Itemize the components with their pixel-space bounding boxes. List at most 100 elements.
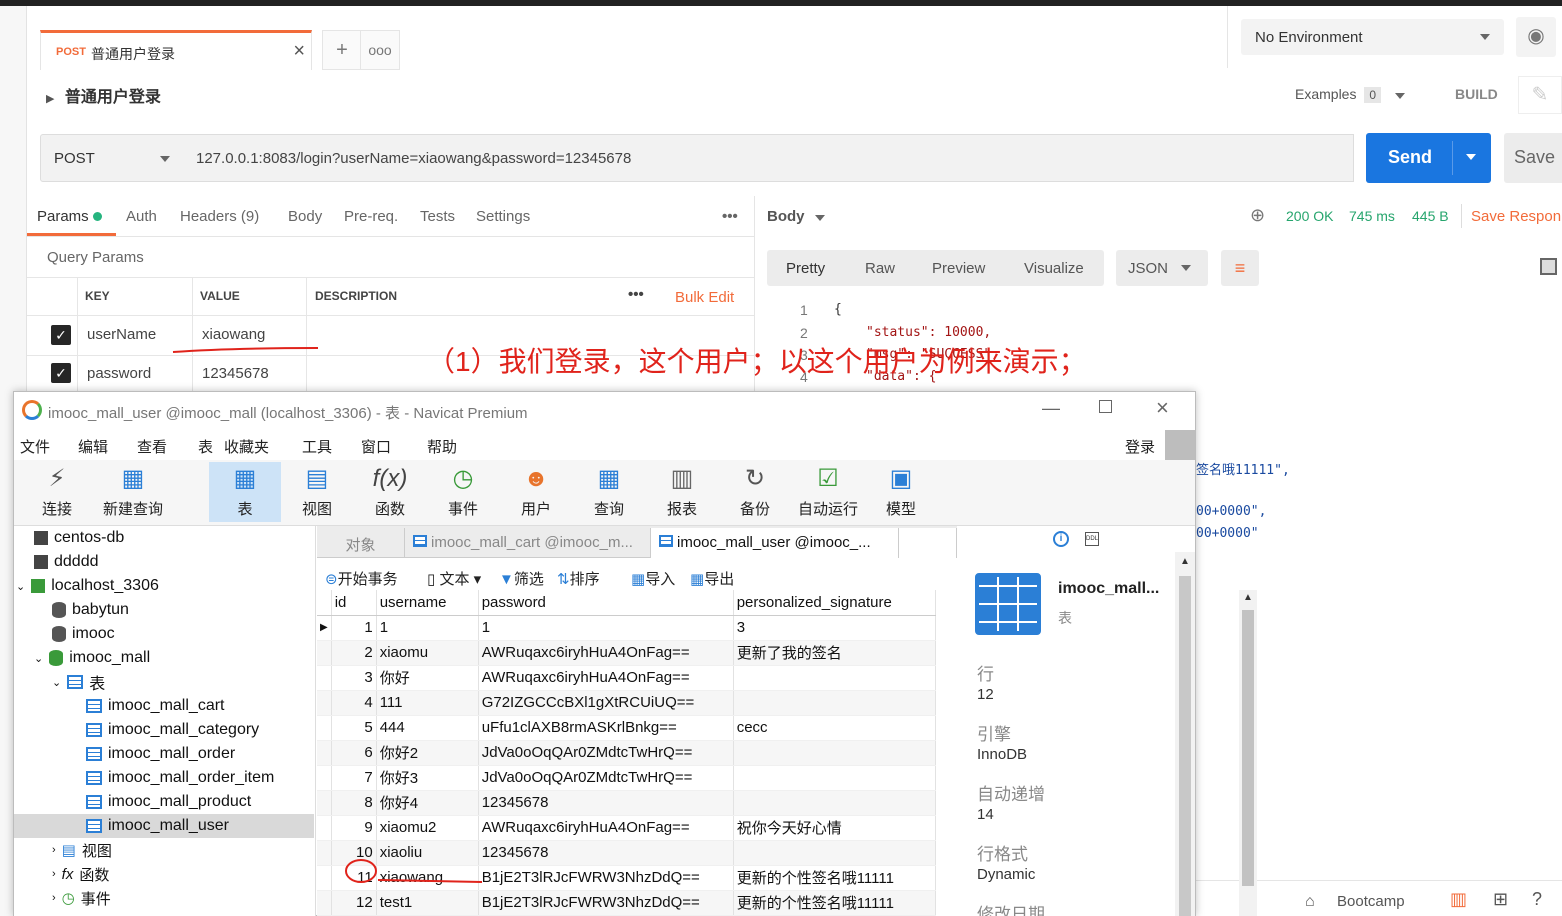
tree-table[interactable]: imooc_mall_order_item: [86, 766, 274, 790]
tab-cart[interactable]: imooc_mall_cart @imooc_m...: [405, 528, 651, 558]
cell-username[interactable]: 444: [376, 715, 479, 741]
cell-id[interactable]: 2: [331, 640, 377, 666]
vertical-scrollbar[interactable]: ▲: [1239, 590, 1257, 916]
save-button[interactable]: Save: [1504, 133, 1562, 183]
menu-tools[interactable]: 工具: [302, 436, 332, 457]
cell-password[interactable]: 1: [478, 615, 734, 641]
cell-signature[interactable]: [733, 740, 936, 766]
cell-password[interactable]: AWRuqaxc6iryhHuA4OnFag==: [478, 665, 734, 691]
table-row[interactable]: 7 你好3 JdVa0oOqQAr0ZMdtcTwHrQ==: [317, 765, 936, 791]
report-button[interactable]: ▥ 报表: [649, 462, 715, 522]
col-header-signature[interactable]: personalized_signature: [733, 590, 936, 616]
cell-username[interactable]: 你好3: [376, 765, 479, 791]
request-name[interactable]: ▶ 普通用户登录: [46, 83, 161, 107]
backup-button[interactable]: ↻ 备份: [722, 462, 788, 522]
cell-password[interactable]: AWRuqaxc6iryhHuA4OnFag==: [478, 815, 734, 841]
user-button[interactable]: ☻ 用户: [503, 462, 569, 522]
export-button[interactable]: ▦导出: [690, 568, 734, 589]
cell-username[interactable]: test1: [376, 890, 479, 916]
table-row[interactable]: 5 444 uFfu1clAXB8rmASKrlBnkg== cecc: [317, 715, 936, 741]
menu-table[interactable]: 表: [198, 436, 213, 457]
environment-select[interactable]: No Environment: [1241, 19, 1504, 55]
request-tab[interactable]: POST 普通用户登录 ×: [40, 30, 312, 70]
tree-connection[interactable]: ddddd: [34, 550, 99, 574]
eye-icon[interactable]: ◉: [1516, 17, 1556, 57]
query-button[interactable]: ▦ 查询: [576, 462, 642, 522]
close-icon[interactable]: ×: [1156, 395, 1169, 421]
info-scrollbar[interactable]: ▲: [1175, 552, 1195, 916]
more-icon[interactable]: •••: [722, 208, 738, 225]
cell-signature[interactable]: [733, 665, 936, 691]
param-value[interactable]: 12345678: [202, 365, 269, 382]
col-header-password[interactable]: password: [478, 590, 734, 616]
cell-id[interactable]: 4: [331, 690, 377, 716]
automation-button[interactable]: ☑ 自动运行: [795, 462, 861, 522]
ddl-icon[interactable]: DDL: [1085, 532, 1099, 546]
param-value[interactable]: xiaowang: [202, 326, 265, 343]
cell-id[interactable]: 12: [331, 890, 377, 916]
response-body-select[interactable]: Body: [767, 208, 825, 225]
tree-connection[interactable]: centos-db: [34, 526, 124, 550]
info-icon[interactable]: i: [1053, 531, 1069, 547]
cell-signature[interactable]: 更新的个性签名哦11111: [733, 865, 936, 891]
cell-password[interactable]: B1jE2T3lRJcFWRW3NhzDdQ==: [478, 890, 734, 916]
tree-table[interactable]: imooc_mall_product: [86, 790, 251, 814]
table-button[interactable]: ▦ 表: [209, 462, 281, 522]
new-query-button[interactable]: ▦ 新建查询: [100, 462, 166, 522]
tree-database[interactable]: imooc: [52, 622, 115, 646]
cell-signature[interactable]: [733, 840, 936, 866]
cell-id[interactable]: 3: [331, 665, 377, 691]
view-pretty[interactable]: Pretty: [786, 260, 825, 277]
table-row[interactable]: 3 你好 AWRuqaxc6iryhHuA4OnFag==: [317, 665, 936, 691]
import-button[interactable]: ▦导入: [631, 568, 675, 589]
cell-signature[interactable]: [733, 690, 936, 716]
cell-username[interactable]: 1: [376, 615, 479, 641]
cell-password[interactable]: JdVa0oOqQAr0ZMdtcTwHrQ==: [478, 740, 734, 766]
two-pane-icon[interactable]: ▥: [1450, 889, 1467, 910]
sort-button[interactable]: ⇅排序: [557, 568, 600, 589]
maximize-icon[interactable]: [1099, 400, 1112, 413]
cell-username[interactable]: 111: [376, 690, 479, 716]
method-select[interactable]: POST: [40, 134, 185, 182]
param-checkbox[interactable]: ✓: [51, 325, 71, 345]
cell-id[interactable]: 8: [331, 790, 377, 816]
cell-password[interactable]: B1jE2T3lRJcFWRW3NhzDdQ==: [478, 865, 734, 891]
copy-icon[interactable]: [1540, 258, 1557, 275]
chevron-down-icon[interactable]: [1466, 154, 1476, 160]
cell-signature[interactable]: 更新了我的签名: [733, 640, 936, 666]
cell-id[interactable]: 6: [331, 740, 377, 766]
cell-password[interactable]: G72IZGCCcBXl1gXtRCUiUQ==: [478, 690, 734, 716]
cell-signature[interactable]: 3: [733, 615, 936, 641]
cell-username[interactable]: xiaomu2: [376, 815, 479, 841]
connect-button[interactable]: ⚡ 连接: [24, 462, 90, 522]
cell-username[interactable]: 你好2: [376, 740, 479, 766]
send-button[interactable]: Send: [1366, 133, 1491, 183]
save-response-button[interactable]: Save Respon: [1471, 208, 1561, 225]
cell-signature[interactable]: 更新的个性签名哦11111: [733, 890, 936, 916]
cell-id[interactable]: 7: [331, 765, 377, 791]
close-icon[interactable]: ×: [293, 40, 305, 63]
tab-objects[interactable]: 对象: [317, 528, 405, 558]
cell-password[interactable]: 12345678: [478, 790, 734, 816]
table-row[interactable]: 9 xiaomu2 AWRuqaxc6iryhHuA4OnFag== 祝你今天好心情: [317, 815, 936, 841]
cell-password[interactable]: JdVa0oOqQAr0ZMdtcTwHrQ==: [478, 765, 734, 791]
tab-auth[interactable]: Auth: [126, 208, 157, 225]
cell-password[interactable]: AWRuqaxc6iryhHuA4OnFag==: [478, 640, 734, 666]
event-button[interactable]: ◷ 事件: [430, 462, 496, 522]
tab-user[interactable]: imooc_mall_user @imooc_...: [651, 528, 899, 558]
filter-button[interactable]: ▼筛选: [499, 568, 544, 589]
tree-table[interactable]: imooc_mall_category: [86, 718, 259, 742]
minimize-icon[interactable]: —: [1042, 398, 1060, 419]
bootcamp-link[interactable]: Bootcamp: [1337, 893, 1405, 910]
table-row[interactable]: 8 你好4 12345678: [317, 790, 936, 816]
col-header-username[interactable]: username: [376, 590, 479, 616]
menu-view[interactable]: 查看: [137, 436, 167, 457]
menu-help[interactable]: 帮助: [427, 436, 457, 457]
table-row[interactable]: 2 xiaomu AWRuqaxc6iryhHuA4OnFag== 更新了我的签名: [317, 640, 936, 666]
tree-events-folder[interactable]: › ◷ 事件: [52, 886, 111, 910]
cell-signature[interactable]: 祝你今天好心情: [733, 815, 936, 841]
more-icon[interactable]: •••: [628, 286, 644, 303]
table-row[interactable]: 6 你好2 JdVa0oOqQAr0ZMdtcTwHrQ==: [317, 740, 936, 766]
param-key[interactable]: password: [87, 365, 151, 382]
view-visualize[interactable]: Visualize: [1024, 260, 1084, 277]
